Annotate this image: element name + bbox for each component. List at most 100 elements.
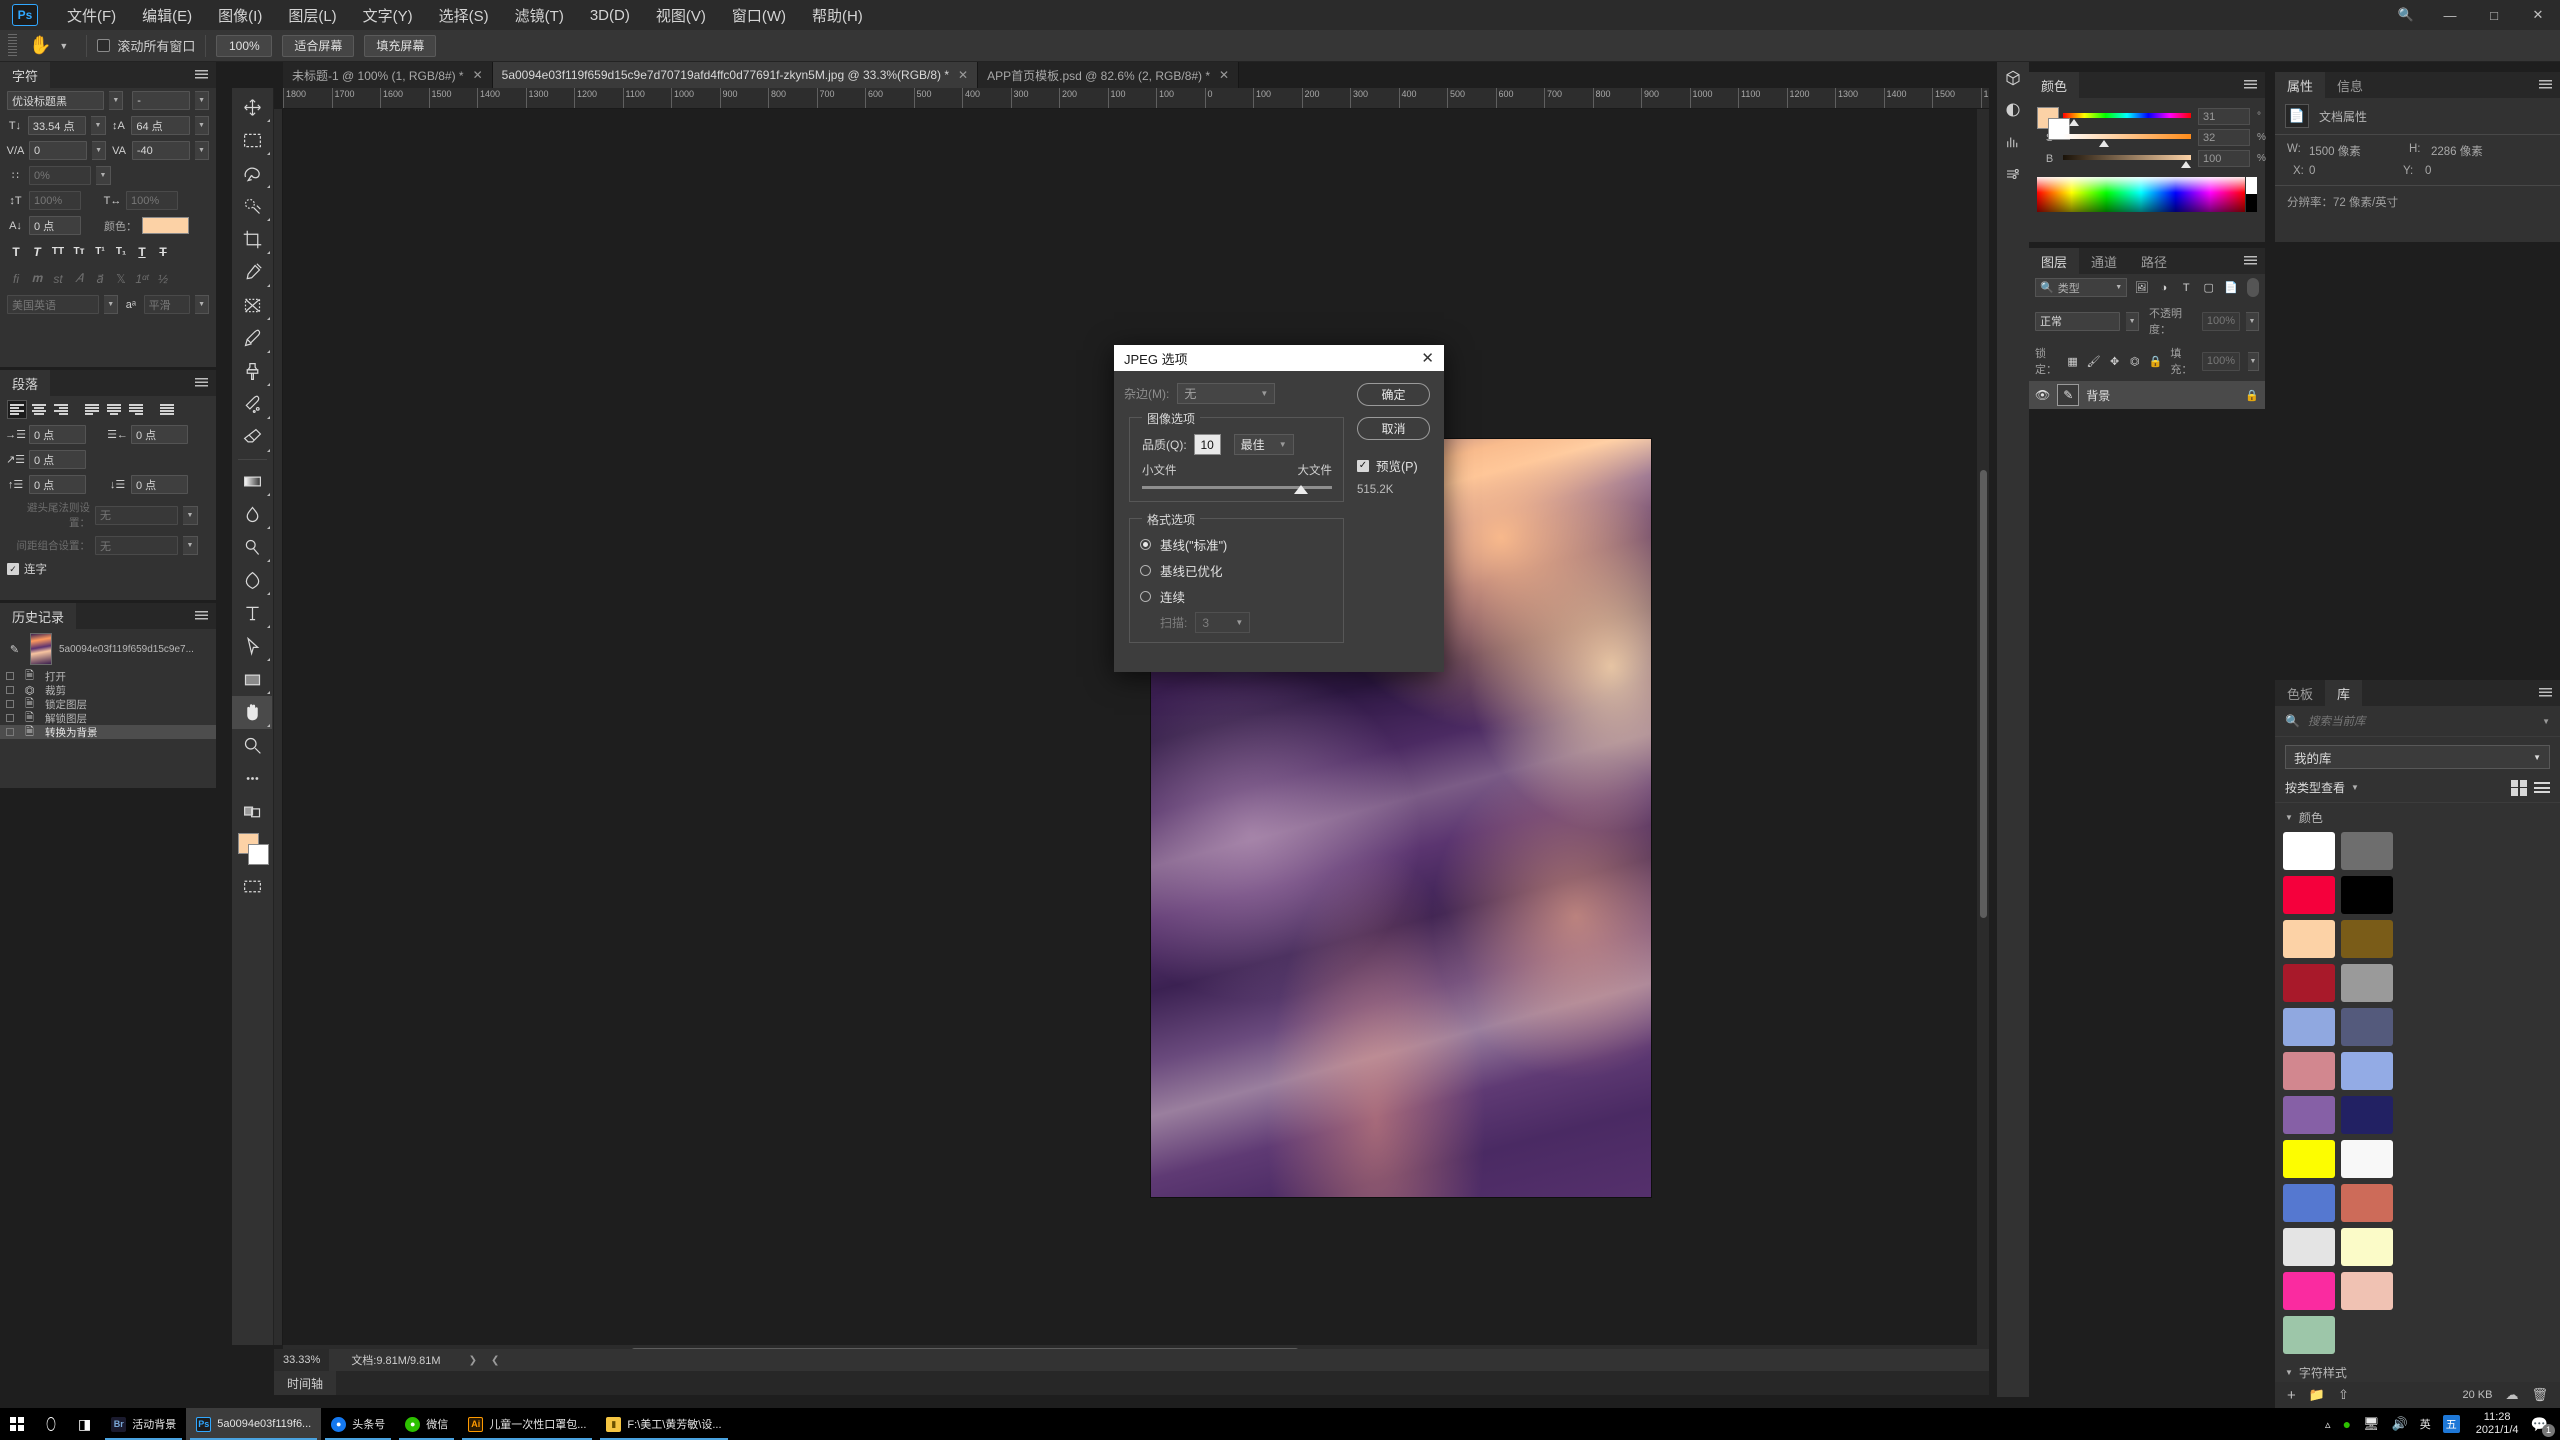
chevron-down-icon[interactable]: ▼ bbox=[2248, 351, 2259, 371]
text-filter-icon[interactable]: T bbox=[2178, 279, 2194, 296]
brightness-slider[interactable] bbox=[2063, 154, 2191, 168]
standard-ligatures-button[interactable]: fi bbox=[8, 270, 24, 287]
lock-position-icon[interactable]: ✥ bbox=[2109, 353, 2121, 370]
brightness-slider-thumb[interactable] bbox=[2181, 160, 2191, 168]
type-tool[interactable] bbox=[232, 597, 272, 630]
wechat-tray-icon[interactable]: ● bbox=[2343, 1416, 2351, 1432]
foreground-background-color[interactable] bbox=[232, 830, 272, 870]
blend-mode-select[interactable]: 正常 bbox=[2035, 311, 2121, 331]
tab-paragraph[interactable]: 段落 bbox=[0, 370, 51, 396]
menu-layer[interactable]: 图层(L) bbox=[275, 0, 349, 30]
subscript-button[interactable]: T₁ bbox=[113, 243, 129, 260]
history-state-checkbox[interactable] bbox=[6, 700, 14, 708]
ordinals-button[interactable]: 1ᵅᵗ bbox=[134, 270, 150, 287]
color-swatch[interactable] bbox=[2341, 964, 2393, 1002]
panel-menu-icon[interactable] bbox=[195, 611, 208, 621]
color-swatch[interactable] bbox=[2283, 876, 2335, 914]
align-center-button[interactable] bbox=[30, 401, 48, 418]
close-icon[interactable]: ✕ bbox=[1421, 349, 1434, 367]
tab-history[interactable]: 历史记录 bbox=[0, 603, 77, 629]
color-swatch[interactable] bbox=[2283, 1052, 2335, 1090]
chevron-down-icon[interactable]: ▼ bbox=[104, 295, 119, 314]
panel-menu-icon[interactable] bbox=[2244, 80, 2257, 90]
tab-swatches[interactable]: 色板 bbox=[2275, 680, 2325, 706]
taskbar-item-explorer[interactable]: ▮ F:\美工\黄芳敏\设... bbox=[596, 1408, 731, 1440]
vertical-scrollbar-thumb[interactable] bbox=[1980, 470, 1987, 918]
tracking-input[interactable]: -40 bbox=[131, 141, 191, 160]
hue-value[interactable]: 31 bbox=[2198, 108, 2250, 125]
radio-button[interactable] bbox=[1140, 565, 1151, 576]
adjustments-panel-icon[interactable] bbox=[1997, 94, 2029, 126]
justify-last-left-button[interactable] bbox=[83, 401, 101, 418]
pen-tool[interactable] bbox=[232, 564, 272, 597]
clone-stamp-tool[interactable] bbox=[232, 355, 272, 388]
saturation-slider-thumb[interactable] bbox=[2099, 139, 2109, 147]
chevron-down-icon[interactable]: ▼ bbox=[2246, 311, 2259, 331]
task-view-button[interactable]: ◨ bbox=[68, 1408, 101, 1440]
chevron-down-icon[interactable]: ▼ bbox=[2126, 311, 2139, 331]
small-caps-button[interactable]: Tᴛ bbox=[71, 243, 87, 260]
font-style-input[interactable]: - bbox=[132, 91, 191, 110]
mojikumi-select[interactable]: 无 bbox=[95, 536, 178, 555]
color-swatch[interactable] bbox=[2283, 1096, 2335, 1134]
color-swatch[interactable] bbox=[2283, 1008, 2335, 1046]
tab-character[interactable]: 字符 bbox=[0, 62, 51, 88]
matte-select[interactable]: 无 ▼ bbox=[1177, 383, 1276, 404]
jpeg-options-dialog[interactable]: JPEG 选项 ✕ 杂边(M): 无 ▼ 图像选项 品质(Q): 10 最佳 ▼ bbox=[1114, 345, 1444, 672]
status-expand-icon[interactable]: ❯ bbox=[441, 1355, 477, 1366]
quick-mask-toggle[interactable] bbox=[232, 795, 272, 828]
panel-menu-icon[interactable] bbox=[195, 70, 208, 80]
close-icon[interactable]: ✕ bbox=[2516, 0, 2560, 30]
3d-panel-icon[interactable] bbox=[1997, 62, 2029, 94]
new-group-icon[interactable]: 📁 bbox=[2309, 1387, 2325, 1403]
cancel-button[interactable]: 取消 bbox=[1357, 417, 1430, 440]
color-spectrum-ramp[interactable] bbox=[2037, 177, 2257, 212]
quick-selection-tool[interactable] bbox=[232, 190, 272, 223]
color-swatch[interactable] bbox=[2341, 1228, 2393, 1266]
brush-tool[interactable] bbox=[232, 322, 272, 355]
color-swatch[interactable] bbox=[2341, 832, 2393, 870]
crop-tool[interactable] bbox=[232, 223, 272, 256]
zoom-tool[interactable] bbox=[232, 729, 272, 762]
chevron-down-icon[interactable]: ▼ bbox=[1260, 389, 1268, 398]
zoom-level[interactable]: 33.33% bbox=[274, 1349, 330, 1371]
tab-color[interactable]: 颜色 bbox=[2029, 72, 2080, 98]
delete-icon[interactable]: 🗑 bbox=[2531, 1387, 2548, 1403]
anti-alias-select[interactable]: 平滑 bbox=[143, 295, 191, 314]
tool-preset-chevron-icon[interactable]: ▼ bbox=[57, 41, 76, 51]
history-state-checkbox[interactable] bbox=[6, 672, 14, 680]
color-swatch[interactable] bbox=[2341, 1096, 2393, 1134]
font-family-input[interactable]: 优设标题黑 bbox=[7, 91, 105, 110]
chevron-down-icon[interactable]: ▼ bbox=[194, 116, 209, 135]
gradient-tool[interactable] bbox=[232, 465, 272, 498]
clock[interactable]: 11:28 2021/1/4 bbox=[2476, 1411, 2519, 1437]
menu-file[interactable]: 文件(F) bbox=[54, 0, 129, 30]
taskbar-item-bridge[interactable]: Br 活动背景 bbox=[101, 1408, 186, 1440]
chevron-down-icon[interactable]: ▼ bbox=[96, 166, 111, 185]
tab-timeline[interactable]: 时间轴 bbox=[274, 1371, 337, 1395]
chevron-down-icon[interactable]: ▼ bbox=[1235, 618, 1243, 627]
chevron-down-icon[interactable]: ▼ bbox=[2285, 1368, 2293, 1377]
lock-artboard-icon[interactable]: ⏣ bbox=[2129, 353, 2141, 370]
format-radio-baseline-standard[interactable]: 基线("标准") bbox=[1140, 535, 1227, 554]
histogram-panel-icon[interactable] bbox=[1997, 126, 2029, 158]
panel-menu-icon[interactable] bbox=[2539, 80, 2552, 90]
document-tab[interactable]: 未标题-1 @ 100% (1, RGB/8#) * ✕ bbox=[283, 62, 493, 88]
history-state-checkbox[interactable] bbox=[6, 728, 14, 736]
indent-right-input[interactable]: 0 点 bbox=[131, 425, 188, 444]
chevron-down-icon[interactable]: ▼ bbox=[195, 91, 209, 110]
color-swatch[interactable] bbox=[2283, 1316, 2335, 1354]
marquee-tool[interactable] bbox=[232, 124, 272, 157]
tsume-input[interactable]: 0% bbox=[29, 166, 91, 185]
align-left-button[interactable] bbox=[7, 400, 27, 419]
cloud-sync-icon[interactable]: ☁ bbox=[2505, 1387, 2518, 1403]
layer-row-background[interactable]: 👁 ✎ 背景 🔒 bbox=[2029, 381, 2265, 409]
healing-brush-tool[interactable] bbox=[232, 388, 272, 421]
fit-screen-button[interactable]: 适合屏幕 bbox=[282, 34, 355, 57]
ime-mode-icon[interactable]: 五 bbox=[2442, 1415, 2460, 1433]
taskbar-item-illustrator[interactable]: Ai 儿童一次性口罩包... bbox=[458, 1408, 596, 1440]
all-caps-button[interactable]: TT bbox=[50, 243, 66, 260]
history-state-checkbox[interactable] bbox=[6, 686, 14, 694]
color-swatch[interactable] bbox=[2283, 1140, 2335, 1178]
start-button[interactable] bbox=[0, 1408, 34, 1440]
